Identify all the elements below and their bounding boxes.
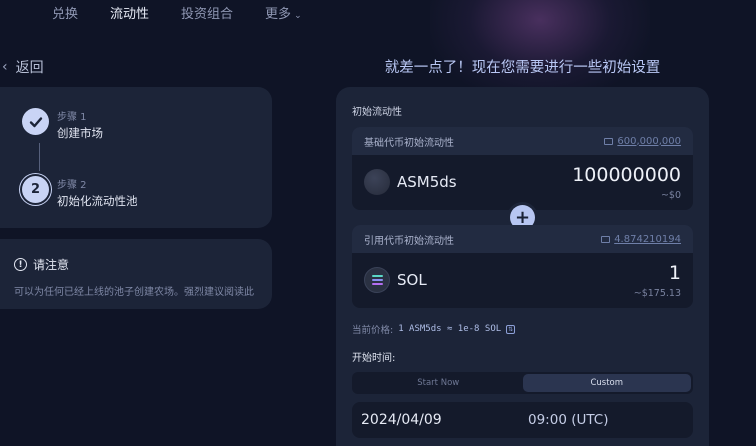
quote-token-name: SOL: [397, 271, 427, 289]
base-amount-input[interactable]: 100000000: [572, 164, 681, 186]
notice-title: ! 请注意: [14, 256, 258, 273]
nav-item-swap[interactable]: 兑换: [52, 3, 78, 22]
token-asm-icon: [364, 169, 390, 195]
step-label: 步骤 1: [57, 112, 87, 123]
notice-text: 可以为任何已经上线的池子创建农场。强烈建议阅读此: [14, 287, 254, 298]
quote-amount-input[interactable]: 1: [669, 262, 681, 284]
step-label: 步骤 2: [57, 180, 87, 191]
wallet-icon: [601, 235, 611, 243]
notice-title-text: 请注意: [33, 258, 70, 272]
back-button[interactable]: ‹ 返回: [2, 57, 44, 77]
base-liquidity-box: 基础代币初始流动性 600,000,000 ASM5ds 100000000 ~…: [352, 127, 693, 210]
step-title: 创建市场: [57, 126, 103, 140]
step-connector: [39, 143, 40, 171]
base-token-name: ASM5ds: [397, 173, 457, 191]
start-now-option[interactable]: Start Now: [354, 374, 523, 392]
section-label: 初始流动性: [352, 107, 402, 118]
base-liquidity-label: 基础代币初始流动性: [364, 137, 454, 149]
chevron-left-icon: ‹: [2, 59, 8, 75]
custom-option[interactable]: Custom: [522, 374, 691, 392]
price-label: 当前价格:: [352, 325, 394, 336]
alert-icon: !: [14, 258, 27, 271]
base-amount-usd: ~$0: [660, 190, 681, 201]
quote-balance: 4.874210194: [614, 233, 681, 245]
date-input[interactable]: 2024/04/09: [361, 412, 442, 428]
nav-item-portfolio[interactable]: 投资组合: [181, 3, 233, 22]
nav-item-more[interactable]: 更多 ⌄: [265, 3, 302, 22]
current-price: 当前价格: 1 ASM5ds ≈ 1e-8 SOL ⇅: [352, 322, 516, 336]
back-label: 返回: [15, 60, 44, 76]
datetime-picker: 2024/04/09 09:00 (UTC): [352, 402, 693, 438]
step-create-market: 步骤 1 创建市场: [22, 108, 103, 141]
chevron-down-icon: ⌄: [294, 10, 302, 21]
step-init-pool: 2 步骤 2 初始化流动性池: [22, 176, 138, 209]
wallet-icon: [604, 137, 614, 145]
nav-item-more-label: 更多: [265, 6, 292, 22]
quote-amount-usd: ~$175.13: [633, 288, 681, 299]
base-balance-link[interactable]: 600,000,000: [604, 136, 681, 147]
notice-card: ! 请注意 可以为任何已经上线的池子创建农场。强烈建议阅读此: [0, 239, 272, 309]
quote-balance-link[interactable]: 4.874210194: [601, 234, 681, 245]
time-select[interactable]: 09:00 (UTC): [528, 412, 609, 428]
check-icon: [22, 108, 49, 135]
token-sol-icon: [364, 267, 390, 293]
nav-item-liquidity[interactable]: 流动性: [110, 3, 149, 22]
start-time-toggle: Start Now Custom: [352, 372, 693, 394]
page-title: 就差一点了！现在您需要进行一些初始设置: [384, 60, 661, 76]
base-balance: 600,000,000: [617, 135, 681, 147]
liquidity-panel: 初始流动性 基础代币初始流动性 600,000,000 ASM5ds 10000…: [336, 87, 709, 446]
start-time-label: 开始时间:: [352, 353, 396, 364]
step-number: 2: [22, 176, 49, 203]
background-glow: [430, 0, 650, 100]
steps-card: 步骤 1 创建市场 2 步骤 2 初始化流动性池: [0, 87, 272, 228]
swap-icon[interactable]: ⇅: [506, 324, 516, 334]
quote-liquidity-box: 引用代币初始流动性 4.874210194 SOL 1 ~$175.13: [352, 225, 693, 308]
price-value: 1 ASM5ds ≈ 1e-8 SOL: [398, 324, 502, 334]
quote-liquidity-label: 引用代币初始流动性: [364, 235, 454, 247]
step-title: 初始化流动性池: [57, 194, 138, 208]
top-nav: 兑换 流动性 投资组合 更多 ⌄: [52, 2, 334, 22]
